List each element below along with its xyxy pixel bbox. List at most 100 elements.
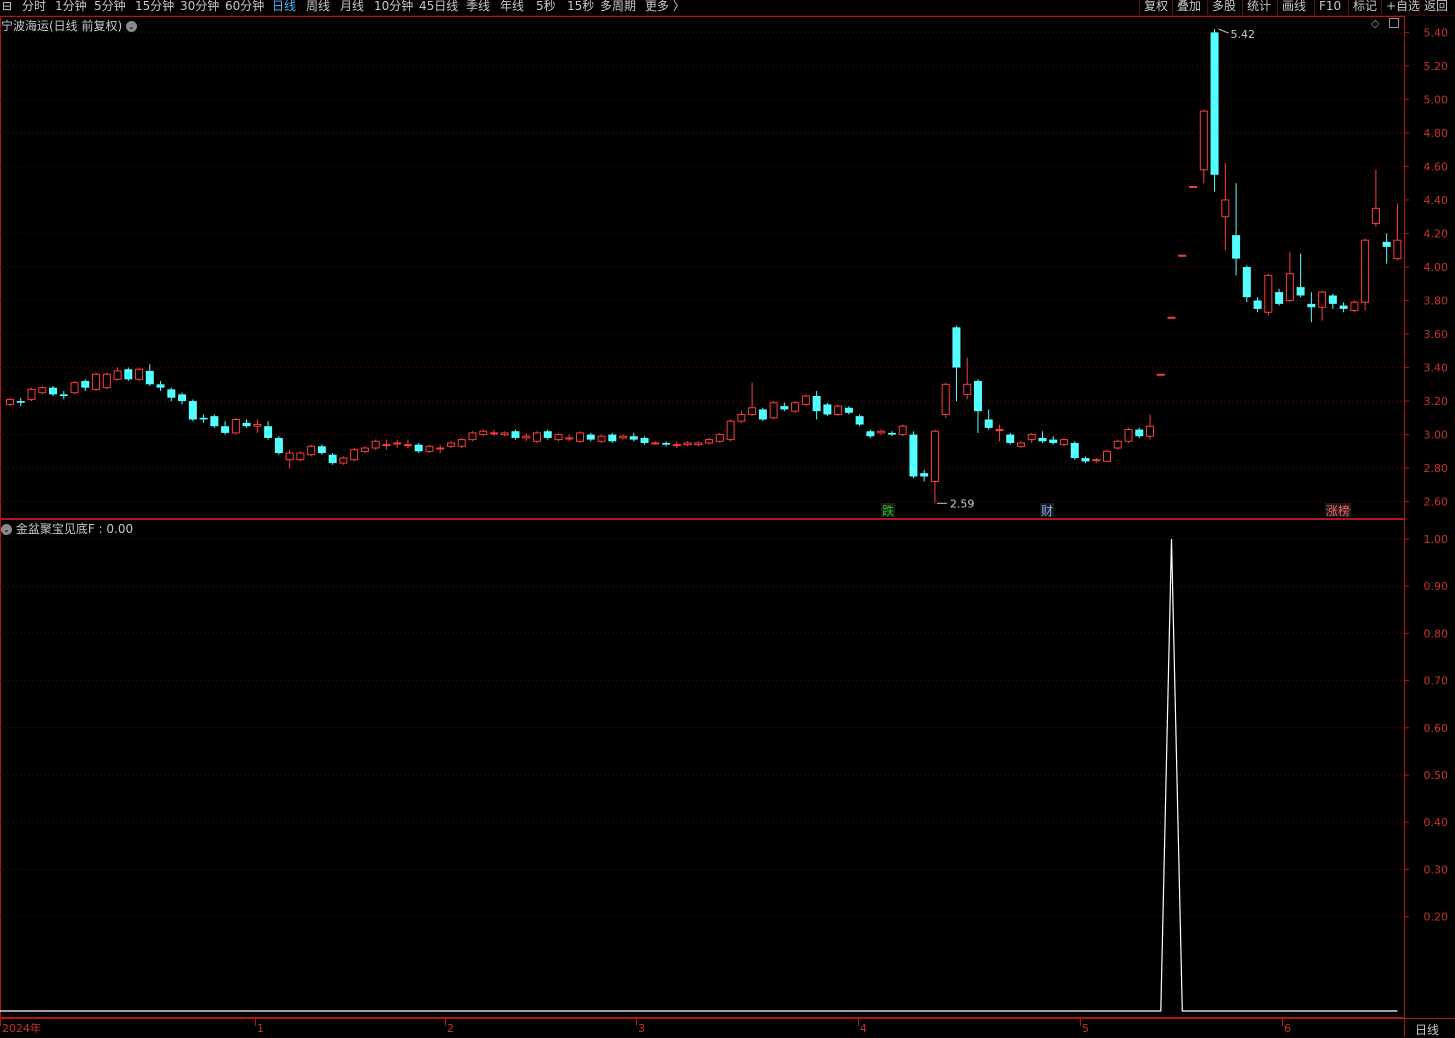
price-tick-label: 3.60 bbox=[1424, 328, 1449, 341]
candle-body bbox=[1167, 316, 1176, 319]
candle-body bbox=[877, 430, 886, 434]
candle-body bbox=[1146, 425, 1155, 437]
candle-body bbox=[586, 434, 595, 440]
price-tick-label: 3.40 bbox=[1424, 362, 1449, 375]
candle-body bbox=[167, 389, 176, 398]
candle-body bbox=[1350, 301, 1359, 312]
candle-body bbox=[1016, 442, 1025, 447]
candle-body bbox=[1382, 241, 1391, 247]
candle-body bbox=[339, 457, 348, 464]
indicator-tick-label: 0.40 bbox=[1424, 816, 1449, 829]
candle-body bbox=[769, 402, 778, 419]
candle-body bbox=[457, 439, 466, 447]
candle-body bbox=[231, 419, 240, 434]
candle-body bbox=[715, 434, 724, 442]
candle-body bbox=[597, 435, 606, 442]
indicator-title-text: 金盆聚宝见底F : 0.00 bbox=[15, 522, 134, 536]
time-tick-label: 3 bbox=[638, 1022, 645, 1035]
candle-body bbox=[866, 431, 875, 437]
candle-body bbox=[511, 431, 520, 438]
candle-body bbox=[479, 430, 488, 436]
candle-body bbox=[1156, 373, 1165, 376]
indicator-tick-label: 0.80 bbox=[1424, 627, 1449, 640]
candle-body bbox=[812, 396, 821, 412]
candle-body bbox=[1371, 207, 1380, 224]
candle-body bbox=[1059, 439, 1068, 446]
candle-body bbox=[382, 444, 391, 447]
candle-body bbox=[38, 387, 47, 394]
candle-body bbox=[694, 442, 703, 446]
candle-body bbox=[887, 432, 896, 435]
candle-body bbox=[1113, 440, 1122, 449]
time-tick-label: 2 bbox=[447, 1022, 454, 1035]
price-tick-label: 3.00 bbox=[1424, 429, 1449, 442]
candle-body bbox=[532, 432, 541, 442]
price-tick-label: 5.20 bbox=[1424, 60, 1449, 73]
price-tick-label: 5.00 bbox=[1424, 93, 1449, 106]
chevron-down-icon[interactable]: ⌄ bbox=[1, 524, 12, 535]
candle-body bbox=[81, 380, 90, 388]
candle-body bbox=[1092, 459, 1101, 462]
low-price-label: 2.59 bbox=[950, 497, 975, 510]
candle-body bbox=[102, 373, 111, 389]
candle-body bbox=[59, 394, 68, 397]
candle-body bbox=[1103, 450, 1112, 462]
indicator-panel-title[interactable]: ⌄ 金盆聚宝见底F : 0.00 bbox=[1, 520, 133, 537]
candle-body bbox=[1328, 295, 1337, 304]
price-tick-label: 3.20 bbox=[1424, 395, 1449, 408]
candle-body bbox=[1049, 439, 1058, 443]
candle-body bbox=[791, 402, 800, 412]
indicator-tick-label: 0.50 bbox=[1424, 769, 1449, 782]
candle-body bbox=[92, 373, 101, 390]
maximize-icon[interactable] bbox=[1389, 18, 1399, 28]
candle-body bbox=[489, 432, 498, 435]
candle-body bbox=[1006, 434, 1015, 443]
main-panel-frame bbox=[0, 16, 1405, 519]
indicator-tick-label: 0.30 bbox=[1424, 863, 1449, 876]
candle-body bbox=[726, 420, 735, 441]
candle-body bbox=[124, 369, 133, 380]
time-tick-label: 2024年 bbox=[2, 1021, 41, 1035]
chevron-down-icon[interactable]: ⌄ bbox=[126, 21, 138, 32]
candle-body bbox=[1178, 254, 1187, 257]
price-tick-label: 4.80 bbox=[1424, 127, 1449, 140]
candle-body bbox=[973, 380, 982, 412]
candle-body bbox=[629, 436, 638, 440]
price-tick-label: 3.80 bbox=[1424, 295, 1449, 308]
candle-body bbox=[70, 382, 79, 394]
price-tick-label: 4.40 bbox=[1424, 194, 1449, 207]
candle-body bbox=[651, 442, 660, 445]
candle-body bbox=[221, 426, 230, 433]
candle-body bbox=[898, 425, 907, 436]
candle-body bbox=[156, 384, 165, 388]
candle-body bbox=[705, 439, 714, 444]
panel-options-icon[interactable]: ◇ bbox=[1371, 17, 1379, 30]
candle-body bbox=[834, 405, 843, 415]
stock-chart: 2.60 2.80 3.00 3.20 3.40 3.60 3.80 4.00 4.20 4.40… bbox=[0, 16, 1455, 1037]
event-marker: 涨榜 bbox=[1326, 503, 1350, 518]
candle-body bbox=[758, 409, 767, 420]
indicator-line bbox=[0, 538, 1398, 1012]
candle-body bbox=[1081, 458, 1090, 462]
candle-body bbox=[576, 432, 585, 442]
main-panel-title[interactable]: 宁波海运(日线 前复权) ⌄ bbox=[1, 17, 138, 34]
candle-body bbox=[844, 407, 853, 413]
candle-body bbox=[737, 413, 746, 422]
candle-body bbox=[1264, 274, 1273, 313]
candle-body bbox=[296, 452, 305, 461]
indicator-tick-label: 0.60 bbox=[1424, 722, 1449, 735]
candle-body bbox=[941, 383, 950, 415]
candle-body bbox=[188, 401, 197, 420]
candle-body bbox=[403, 444, 412, 447]
candle-body bbox=[1393, 239, 1402, 260]
price-tick-label: 4.60 bbox=[1424, 160, 1449, 173]
candle-body bbox=[823, 404, 832, 415]
candle-body bbox=[1038, 437, 1047, 442]
time-tick-label: 6 bbox=[1284, 1022, 1291, 1035]
price-tick-label: 2.60 bbox=[1424, 496, 1449, 509]
period-label[interactable]: 日线 bbox=[1415, 1021, 1439, 1038]
price-tick-label: 5.40 bbox=[1424, 26, 1449, 39]
candle-body bbox=[1210, 32, 1219, 175]
candle-body bbox=[16, 401, 25, 403]
candle-body bbox=[242, 422, 251, 427]
